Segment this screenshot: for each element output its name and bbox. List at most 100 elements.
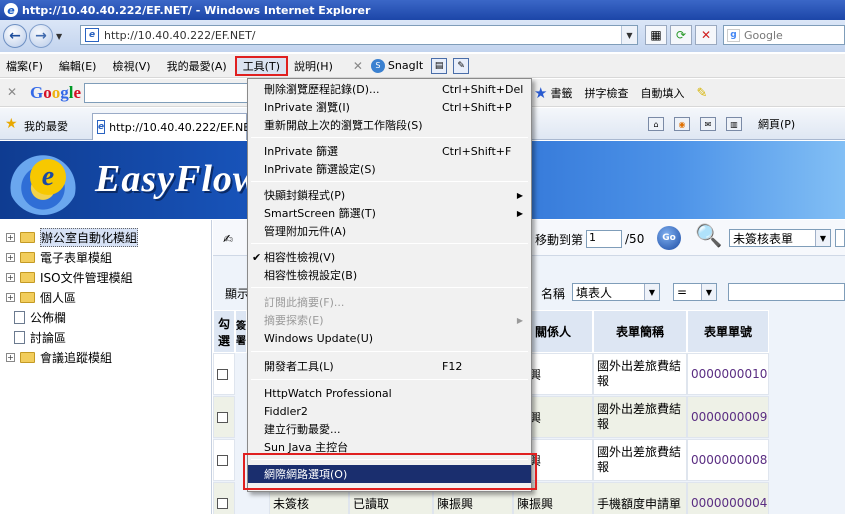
menu-item-httpwatch[interactable]: HttpWatch Professional — [248, 384, 531, 402]
forward-button[interactable]: → — [29, 24, 53, 48]
sign-icon[interactable]: ✍ — [223, 232, 233, 246]
operator-select[interactable]: = ▼ — [673, 283, 717, 301]
menu-edit[interactable]: 編輯(E) — [53, 56, 103, 76]
row-checkbox[interactable] — [217, 454, 228, 466]
row-checkbox[interactable] — [217, 411, 228, 423]
menu-file[interactable]: 檔案(F) — [0, 56, 49, 76]
table-cell[interactable]: 0000000010 — [687, 353, 769, 395]
home-icon[interactable]: ⌂ — [648, 117, 664, 131]
close-toolbar-icon[interactable]: ✕ — [353, 59, 363, 73]
table-cell[interactable]: 0000000009 — [687, 396, 769, 438]
table-cell[interactable]: 0000000008 — [687, 439, 769, 481]
menu-view[interactable]: 檢視(V) — [106, 56, 156, 76]
table-cell[interactable]: 手機額度申請單 — [593, 482, 687, 514]
menu-item-fiddler2[interactable]: Fiddler2 — [248, 402, 531, 420]
status-filter-select[interactable]: 未簽核表單 ▼ — [729, 229, 831, 247]
tree-item-label[interactable]: 會議追蹤模組 — [40, 349, 112, 366]
menu-item-inprivate-filter-settings[interactable]: InPrivate 篩選設定(S) — [248, 160, 531, 178]
tree-item-personal[interactable]: + 個人區 — [6, 288, 76, 306]
expand-icon[interactable]: + — [6, 352, 15, 362]
tree-item-meeting-tracking[interactable]: + 會議追蹤模組 — [6, 348, 112, 366]
chevron-down-icon[interactable]: ▼ — [644, 284, 659, 300]
expand-icon[interactable]: + — [6, 252, 15, 262]
tree-item-eforms[interactable]: + 電子表單模組 — [6, 248, 112, 266]
field-select[interactable]: 填表人 ▼ — [572, 283, 660, 301]
address-bar[interactable]: e http://10.40.40.222/EF.NET/ ▼ — [80, 25, 638, 45]
menu-tools[interactable]: 工具(T) — [234, 55, 288, 76]
expand-icon[interactable]: + — [6, 232, 15, 242]
autofill-button[interactable]: 自動填入 — [640, 85, 684, 101]
bookmarks-button[interactable]: 書籤 — [550, 85, 572, 101]
col-header-form-no[interactable]: 表單單號 — [687, 310, 769, 353]
address-url[interactable]: http://10.40.40.222/EF.NET/ — [104, 29, 256, 42]
recent-pages-dropdown-icon[interactable]: ▼ — [56, 32, 62, 41]
menu-item-compat-view-settings[interactable]: 相容性檢視設定(B) — [248, 266, 531, 284]
table-cell[interactable]: 國外出差旅費結報 — [593, 396, 687, 438]
tree-item-label[interactable]: 個人區 — [40, 289, 76, 306]
menu-favorites[interactable]: 我的最愛(A) — [161, 56, 233, 76]
col-header-check[interactable]: 勾選 — [213, 310, 235, 353]
snagit-edit-icon[interactable]: ✎ — [453, 57, 470, 74]
menu-item-create-mobile-favorite[interactable]: 建立行動最愛... — [248, 420, 531, 438]
annotation-highlight-box — [243, 453, 537, 490]
back-button[interactable]: ← — [3, 24, 27, 48]
address-dropdown-icon[interactable]: ▼ — [621, 26, 637, 44]
col-header-form-name[interactable]: 表單簡稱 — [593, 310, 687, 353]
show-label: 顯示 — [225, 287, 250, 301]
feeds-icon[interactable]: ◉ — [674, 117, 690, 131]
spellcheck-button[interactable]: 拼字檢查 — [584, 85, 628, 101]
tree-item-label[interactable]: 辦公室自動化模組 — [40, 227, 139, 247]
menu-help[interactable]: 說明(H) — [288, 56, 339, 76]
tree-item-label[interactable]: 討論區 — [30, 329, 66, 346]
favorites-button[interactable]: 我的最愛 — [24, 118, 68, 134]
menu-item-inprivate-filtering[interactable]: InPrivate 篩選 Ctrl+Shift+F — [248, 142, 531, 160]
tree-item-office-automation[interactable]: + 辦公室自動化模組 — [6, 227, 139, 247]
compatibility-view-icon[interactable]: ▦ — [645, 25, 667, 45]
tree-item-iso-docs[interactable]: + ISO文件管理模組 — [6, 268, 133, 286]
browser-tab[interactable]: e http://10.40.40.222/EF.NET — [92, 113, 257, 140]
tree-item-bulletin[interactable]: 公佈欄 — [6, 308, 66, 326]
filter-value-input[interactable] — [728, 283, 845, 301]
table-cell[interactable]: 國外出差旅費結報 — [593, 353, 687, 395]
menu-item-compat-view[interactable]: ✔ 相容性檢視(V) — [248, 248, 531, 266]
row-checkbox[interactable] — [217, 368, 228, 380]
tree-item-label[interactable]: ISO文件管理模組 — [40, 269, 133, 286]
table-cell[interactable]: 0000000004 — [687, 482, 769, 514]
expand-icon[interactable]: + — [6, 272, 15, 282]
favorites-star-icon[interactable]: ★ — [5, 116, 18, 132]
menu-item-reopen-session[interactable]: 重新開啟上次的瀏覽工作階段(S) — [248, 116, 531, 134]
search-magnifier-icon[interactable]: 🔍 — [695, 224, 722, 249]
menu-item-smartscreen[interactable]: SmartScreen 篩選(T) ▶ — [248, 204, 531, 222]
table-cell[interactable]: 國外出差旅費結報 — [593, 439, 687, 481]
expand-icon[interactable]: + — [6, 292, 15, 302]
refresh-icon[interactable]: ⟳ — [670, 25, 692, 45]
page-number-input[interactable]: 1 — [586, 230, 623, 248]
menu-item-popup-blocker[interactable]: 快顯封鎖程式(P) ▶ — [248, 186, 531, 204]
print-icon[interactable]: ▥ — [726, 117, 742, 131]
menu-item-delete-history[interactable]: 刪除瀏覽歷程記錄(D)... Ctrl+Shift+Del — [248, 80, 531, 98]
col-header-status[interactable]: 簽署 — [235, 310, 247, 353]
stop-icon[interactable]: ✕ — [695, 25, 717, 45]
bookmark-star-icon[interactable]: ★ — [534, 84, 547, 102]
tree-item-label[interactable]: 公佈欄 — [30, 309, 66, 326]
go-button[interactable]: Go — [657, 226, 681, 250]
highlighter-icon[interactable]: ✎ — [696, 86, 707, 101]
tree-item-forum[interactable]: 討論區 — [6, 328, 66, 346]
menu-item-windows-update[interactable]: Windows Update(U) — [248, 329, 531, 347]
menu-item-inprivate-browsing[interactable]: InPrivate 瀏覽(I) Ctrl+Shift+P — [248, 98, 531, 116]
extra-select[interactable] — [835, 229, 845, 247]
close-google-toolbar-icon[interactable]: ✕ — [7, 85, 17, 99]
easyflow-logo-icon: e — [30, 159, 66, 195]
search-input[interactable]: g Google — [723, 25, 845, 45]
mail-icon[interactable]: ✉ — [700, 117, 716, 131]
chevron-down-icon[interactable]: ▼ — [815, 230, 830, 246]
page-menu-button[interactable]: 網頁(P) — [758, 116, 795, 132]
snagit-window-icon[interactable]: ▤ — [431, 57, 448, 74]
google-search-input[interactable] — [84, 83, 248, 103]
menu-item-developer-tools[interactable]: 開發者工具(L) F12 — [248, 357, 531, 375]
tree-item-label[interactable]: 電子表單模組 — [40, 249, 112, 266]
row-checkbox[interactable] — [217, 497, 228, 509]
snagit-button[interactable]: S SnagIt — [370, 58, 423, 73]
menu-item-manage-addons[interactable]: 管理附加元件(A) — [248, 222, 531, 240]
chevron-down-icon[interactable]: ▼ — [701, 284, 716, 300]
